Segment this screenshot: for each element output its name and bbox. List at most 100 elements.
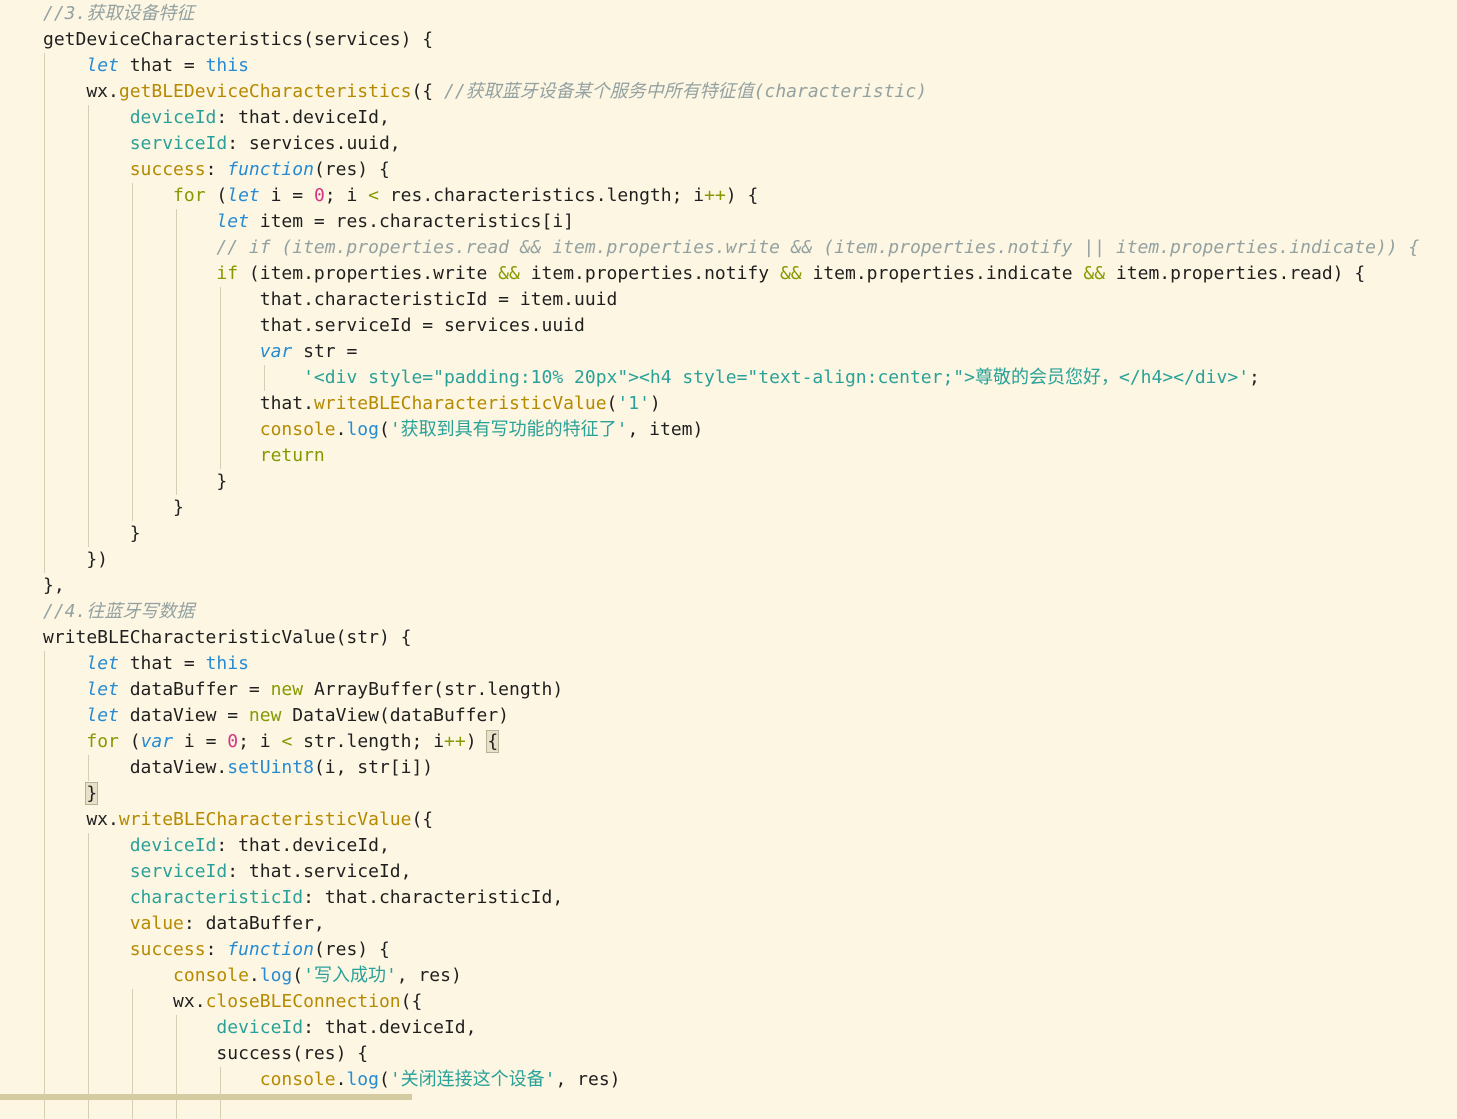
code-token: ( xyxy=(292,965,304,986)
code-token: that. xyxy=(43,393,314,414)
code-token: : xyxy=(205,159,228,180)
code-token: '获取到具有写功能的特征了' xyxy=(389,419,628,440)
code-token: that = xyxy=(118,653,206,674)
code-line: if (item.properties.write && item.proper… xyxy=(43,261,1365,287)
code-token: (res) { xyxy=(313,939,390,960)
code-line: console.log('关闭连接这个设备', res) xyxy=(43,1067,621,1093)
code-line: for (var i = 0; i < str.length; i++) { xyxy=(43,729,500,755)
code-token: } xyxy=(43,523,141,544)
code-token: (res) { xyxy=(313,159,390,180)
code-token: success xyxy=(129,159,206,180)
code-token: writeBLECharacteristicValue xyxy=(313,393,607,414)
code-line: getDeviceCharacteristics(services) { xyxy=(43,27,433,53)
code-token: var xyxy=(259,341,293,362)
code-token: ( xyxy=(378,1069,390,1090)
code-token: function xyxy=(227,159,314,180)
code-line: that.characteristicId = item.uuid xyxy=(43,287,618,313)
code-token: success xyxy=(129,939,206,960)
code-line: return xyxy=(43,443,325,469)
code-token: dataView. xyxy=(43,757,228,778)
code-token: dataView = xyxy=(118,705,249,726)
code-token: : that.deviceId, xyxy=(303,1017,477,1038)
code-token: console xyxy=(259,1069,336,1090)
code-token: this xyxy=(205,653,249,674)
code-token: that.characteristicId = item.uuid xyxy=(43,289,618,310)
code-token: ( xyxy=(378,419,390,440)
code-token: ) xyxy=(465,731,488,752)
code-token: success(res) { xyxy=(43,1043,369,1064)
code-token: item = res.characteristics[i] xyxy=(248,211,575,232)
code-token: . xyxy=(248,965,260,986)
code-token: (item.properties.write xyxy=(238,263,499,284)
code-line: let dataView = new DataView(dataBuffer) xyxy=(43,703,509,729)
code-token: i = xyxy=(259,185,314,206)
code-token: ) xyxy=(649,393,661,414)
code-token: i = xyxy=(173,731,228,752)
horizontal-scrollbar[interactable] xyxy=(0,1094,412,1100)
code-token: serviceId xyxy=(129,861,228,882)
code-token: item.properties.notify xyxy=(519,263,780,284)
code-token: for xyxy=(86,731,119,752)
code-line: } xyxy=(43,469,227,495)
code-token: wx. xyxy=(43,809,119,830)
code-token: 0 xyxy=(313,185,325,206)
code-line: let that = this xyxy=(43,53,249,79)
code-token: let xyxy=(86,55,119,76)
code-token: && xyxy=(1083,263,1106,284)
code-token: '写入成功' xyxy=(303,965,397,986)
code-token: return xyxy=(259,445,325,466)
code-token: log xyxy=(346,419,379,440)
code-token: ({ xyxy=(411,809,434,830)
code-token: new xyxy=(270,679,304,700)
code-line: for (let i = 0; i < res.characteristics.… xyxy=(43,183,758,209)
code-token: serviceId xyxy=(129,133,228,154)
code-token: writeBLECharacteristicValue xyxy=(118,809,412,830)
code-editor[interactable]: //3.获取设备特征 getDeviceCharacteristics(servi… xyxy=(0,0,1457,1119)
code-token: { xyxy=(486,730,500,753)
code-line: }) xyxy=(43,547,108,573)
code-token: ; i xyxy=(238,731,282,752)
code-token: // if (item.properties.read && item.prop… xyxy=(216,237,1420,258)
code-token: getDeviceCharacteristics(services) { xyxy=(43,29,434,50)
code-token: ) { xyxy=(725,185,759,206)
code-token: if xyxy=(216,263,239,284)
code-token: 0 xyxy=(227,731,239,752)
code-token: dataBuffer = xyxy=(118,679,271,700)
code-token: } xyxy=(43,497,184,518)
code-token: : that.deviceId, xyxy=(216,835,390,856)
code-line: let that = this xyxy=(43,651,249,677)
code-token: DataView(dataBuffer) xyxy=(281,705,510,726)
code-token: : that.serviceId, xyxy=(227,861,412,882)
code-token: , res) xyxy=(396,965,462,986)
code-line: serviceId: services.uuid, xyxy=(43,131,401,157)
code-token: '<div style="padding:10% 20px"><h4 style… xyxy=(303,367,1250,388)
code-line: wx.getBLEDeviceCharacteristics({ //获取蓝牙设… xyxy=(43,79,927,105)
code-line: //4.往蓝牙写数据 xyxy=(43,599,194,625)
code-token: characteristicId xyxy=(129,887,304,908)
code-token: res.characteristics.length; i xyxy=(379,185,705,206)
code-token: let xyxy=(86,679,119,700)
code-line: let dataBuffer = new ArrayBuffer(str.len… xyxy=(43,677,563,703)
code-line: that.writeBLECharacteristicValue('1') xyxy=(43,391,661,417)
code-token: && xyxy=(779,263,802,284)
code-token: let xyxy=(86,705,119,726)
code-token: log xyxy=(346,1069,379,1090)
code-line: // if (item.properties.read && item.prop… xyxy=(43,235,1419,261)
code-token: : xyxy=(205,939,228,960)
code-token: item.properties.read) { xyxy=(1105,263,1366,284)
code-token: that.serviceId = services.uuid xyxy=(43,315,585,336)
code-token: ( xyxy=(606,393,618,414)
